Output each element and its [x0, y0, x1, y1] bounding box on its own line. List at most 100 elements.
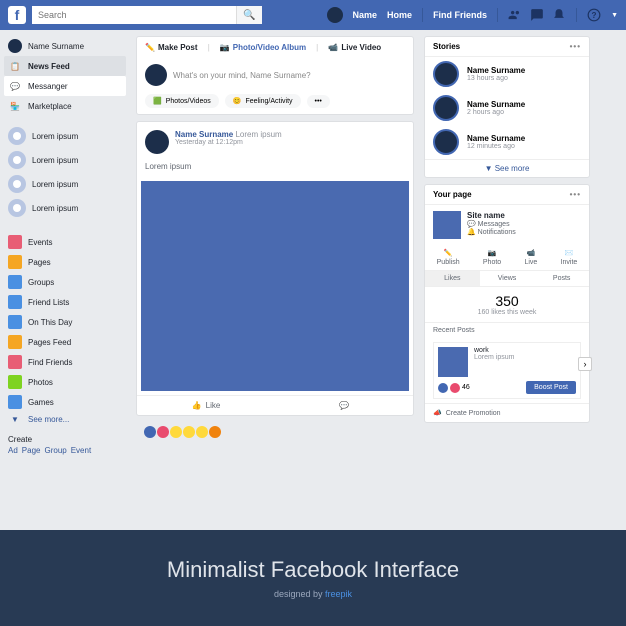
avatar	[8, 39, 22, 53]
stories-title: Stories	[433, 42, 460, 51]
sidebar-item-messanger[interactable]: 💬Messanger	[4, 76, 126, 96]
sidebar-item-on-this-day[interactable]: On This Day	[4, 312, 126, 332]
chip-icon: 😊	[233, 97, 242, 105]
page-action-invite[interactable]: ✉️Invite	[561, 249, 578, 266]
sidebar-item-games[interactable]: Games	[4, 392, 126, 412]
page-avatar[interactable]	[433, 211, 461, 239]
sidebar-see-more[interactable]: ▼ See more...	[4, 412, 126, 427]
footer-credit: designed by freepik	[0, 589, 626, 599]
composer-more[interactable]: •••	[307, 95, 330, 108]
story-avatar	[433, 61, 459, 87]
nav-icon	[8, 375, 22, 389]
story-item[interactable]: Name Surname13 hours ago	[425, 57, 589, 91]
post-author[interactable]: Name Surname	[175, 130, 233, 139]
page-name[interactable]: Site name	[467, 211, 516, 220]
avatar[interactable]	[145, 130, 169, 154]
page-messages[interactable]: 💬 Messages	[467, 220, 516, 228]
sidebar-item-marketplace[interactable]: 🏪Marketplace	[4, 96, 126, 116]
sidebar-item-groups[interactable]: Groups	[4, 272, 126, 292]
footer-banner: Minimalist Facebook Interface designed b…	[0, 530, 626, 626]
stories-card: Stories••• Name Surname13 hours agoName …	[424, 36, 590, 178]
page-likes-count: 350	[431, 293, 583, 309]
post-card: Name Surname Lorem ipsum Yesterday at 12…	[136, 121, 414, 416]
sidebar-friend[interactable]: Lorem ipsum	[4, 124, 126, 148]
sidebar-friend[interactable]: Lorem ipsum	[4, 148, 126, 172]
nav-icon	[8, 395, 22, 409]
composer-input[interactable]: What's on your mind, Name Surname?	[173, 67, 405, 84]
post-context: Lorem ipsum	[235, 130, 281, 139]
dropdown-icon[interactable]: ▼	[611, 12, 618, 19]
notifications-icon[interactable]	[552, 8, 566, 22]
composer-chip-photos-videos[interactable]: 🟩Photos/Videos	[145, 94, 219, 108]
svg-text:?: ?	[592, 11, 597, 20]
page-notifications[interactable]: 🔔 Notifications	[467, 228, 516, 236]
stories-see-more[interactable]: ▼ See more	[425, 159, 589, 177]
nav-find-friends[interactable]: Find Friends	[433, 10, 487, 20]
sad-reaction-icon[interactable]	[196, 426, 208, 438]
facebook-logo[interactable]: f	[8, 6, 26, 24]
haha-reaction-icon[interactable]	[170, 426, 182, 438]
avatar[interactable]	[327, 7, 343, 23]
more-icon[interactable]: •••	[570, 42, 581, 51]
sidebar-item-photos[interactable]: Photos	[4, 372, 126, 392]
sidebar-friend[interactable]: Lorem ipsum	[4, 196, 126, 220]
tab-icon: 📹	[328, 43, 338, 52]
page-tab-views[interactable]: Views	[480, 271, 535, 286]
create-link-event[interactable]: Event	[71, 446, 91, 455]
like-reaction-icon	[438, 383, 448, 393]
action-icon: 📷	[488, 249, 497, 257]
story-item[interactable]: Name Surname12 minutes ago	[425, 125, 589, 159]
help-icon[interactable]: ?	[587, 8, 601, 22]
page-action-publish[interactable]: ✏️Publish	[437, 249, 460, 266]
messages-icon[interactable]	[530, 8, 544, 22]
sidebar-item-events[interactable]: Events	[4, 232, 126, 252]
nav-icon	[8, 295, 22, 309]
create-link-page[interactable]: Page	[22, 446, 41, 455]
sidebar-item-news-feed[interactable]: 📋News Feed	[4, 56, 126, 76]
more-icon[interactable]: •••	[570, 190, 581, 199]
sidebar-friend[interactable]: Lorem ipsum	[4, 172, 126, 196]
sidebar-item-friend-lists[interactable]: Friend Lists	[4, 292, 126, 312]
nav-home[interactable]: Home	[387, 10, 412, 20]
wow-reaction-icon[interactable]	[183, 426, 195, 438]
composer-chip-feeling-activity[interactable]: 😊Feeling/Activity	[225, 94, 301, 108]
create-link-group[interactable]: Group	[44, 446, 66, 455]
search-button[interactable]: 🔍	[236, 6, 262, 24]
sidebar-profile[interactable]: Name Surname	[4, 36, 126, 56]
composer-tab-make-post[interactable]: ✏️Make Post	[145, 43, 198, 52]
page-likes-sub: 160 likes this week	[431, 309, 583, 316]
recent-post-image[interactable]	[438, 347, 468, 377]
page-action-live[interactable]: 📹Live	[524, 249, 537, 266]
like-button[interactable]: 👍Like	[137, 396, 275, 415]
boost-post-button[interactable]: Boost Post	[526, 381, 576, 394]
page-action-photo[interactable]: 📷Photo	[483, 249, 501, 266]
like-reaction-icon[interactable]	[144, 426, 156, 438]
page-tab-likes[interactable]: Likes	[425, 271, 480, 286]
story-item[interactable]: Name Surname2 hours ago	[425, 91, 589, 125]
avatar	[145, 64, 167, 86]
comment-button[interactable]: 💬	[275, 396, 413, 415]
sidebar-item-pages[interactable]: Pages	[4, 252, 126, 272]
page-tab-posts[interactable]: Posts	[534, 271, 589, 286]
search-input[interactable]	[32, 6, 236, 24]
sidebar-item-pages-feed[interactable]: Pages Feed	[4, 332, 126, 352]
composer-tab-live-video[interactable]: 📹Live Video	[328, 43, 381, 52]
angry-reaction-icon[interactable]	[209, 426, 221, 438]
post-timestamp: Yesterday at 12:12pm	[175, 139, 282, 146]
friend-requests-icon[interactable]	[508, 8, 522, 22]
create-promotion[interactable]: 📣 Create Promotion	[425, 403, 589, 422]
create-link-ad[interactable]: Ad	[8, 446, 18, 455]
sidebar-item-find-friends[interactable]: Find Friends	[4, 352, 126, 372]
nav-name[interactable]: Name	[353, 10, 378, 20]
tab-icon: 📷	[220, 43, 230, 52]
action-icon: ✉️	[565, 249, 574, 257]
post-body: Lorem ipsum	[137, 162, 413, 177]
recent-post-body: Lorem ipsum	[474, 354, 514, 361]
love-reaction-icon[interactable]	[157, 426, 169, 438]
next-arrow-icon[interactable]: ›	[578, 357, 592, 371]
post-image[interactable]	[141, 181, 409, 391]
composer-tab-photo-video-album[interactable]: 📷Photo/Video Album	[220, 43, 306, 52]
create-label: Create	[8, 435, 122, 444]
friend-avatar	[8, 199, 26, 217]
nav-icon	[8, 235, 22, 249]
